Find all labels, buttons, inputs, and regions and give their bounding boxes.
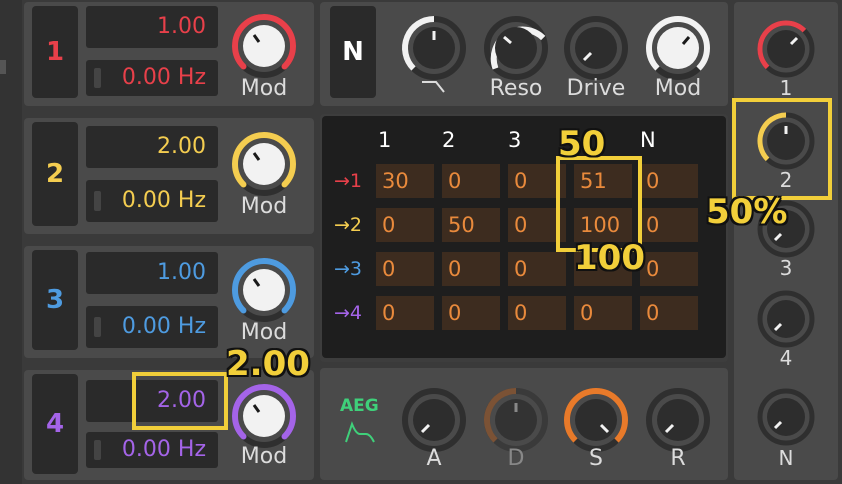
annotation-level: 50% bbox=[706, 192, 788, 232]
oscillator-offset-value-1: 0.00 Hz bbox=[121, 65, 206, 90]
matrix-col-header-n: N bbox=[640, 128, 656, 152]
envelope-decay-label: D bbox=[507, 446, 525, 471]
output-level-label-3: 3 bbox=[779, 256, 793, 280]
matrix-row-label-3: →3 bbox=[334, 258, 363, 280]
oscillator-ratio-field-2[interactable]: 2.00 bbox=[86, 126, 218, 168]
annotation-matrix-bottom: 100 bbox=[574, 238, 645, 278]
matrix-col-header-3: 3 bbox=[508, 128, 522, 152]
output-level-label-4: 4 bbox=[779, 346, 793, 370]
envelope-title: AEG bbox=[340, 396, 379, 416]
filter-reso-label: Reso bbox=[489, 76, 543, 101]
oscillator-mod-knob-3[interactable] bbox=[232, 258, 296, 322]
oscillator-number-3: 3 bbox=[32, 250, 78, 350]
matrix-cell-1-1[interactable]: 30 bbox=[376, 164, 434, 198]
filter-mod-label: Mod bbox=[654, 76, 702, 101]
matrix-col-header-2: 2 bbox=[442, 128, 456, 152]
oscillator-mod-label-2: Mod bbox=[240, 194, 288, 219]
matrix-row-label-4: →4 bbox=[334, 302, 363, 324]
oscillator-number-4: 4 bbox=[32, 374, 78, 474]
oscillator-ratio-field-1[interactable]: 1.00 bbox=[86, 6, 218, 48]
matrix-cell-4-4[interactable]: 0 bbox=[574, 296, 632, 330]
matrix-cell-1-2[interactable]: 0 bbox=[442, 164, 500, 198]
output-level-label-1: 1 bbox=[779, 76, 793, 100]
matrix-row-label-2: →2 bbox=[334, 214, 363, 236]
oscillator-mod-label-4: Mod bbox=[240, 444, 288, 469]
matrix-cell-3-n[interactable]: 0 bbox=[640, 252, 698, 286]
oscillator-mod-knob-4[interactable] bbox=[232, 384, 296, 448]
envelope-release-knob[interactable] bbox=[646, 388, 710, 452]
oscillator-mod-label-3: Mod bbox=[240, 320, 288, 345]
oscillator-offset-value-4: 0.00 Hz bbox=[121, 437, 206, 462]
oscillator-ratio-field-3[interactable]: 1.00 bbox=[86, 252, 218, 294]
matrix-cell-4-1[interactable]: 0 bbox=[376, 296, 434, 330]
matrix-cell-4-3[interactable]: 0 bbox=[508, 296, 566, 330]
envelope-release-label: R bbox=[670, 446, 686, 471]
envelope-attack-knob[interactable] bbox=[402, 388, 466, 452]
envelope-attack-label: A bbox=[426, 446, 442, 471]
envelope-decay-knob[interactable] bbox=[484, 388, 548, 452]
output-level-knob-4[interactable] bbox=[757, 290, 815, 348]
filter-mod-knob[interactable] bbox=[646, 16, 710, 80]
oscillator-number-1: 1 bbox=[32, 6, 78, 98]
envelope-shape-icon bbox=[345, 421, 375, 443]
lowpass-curve-icon bbox=[422, 81, 445, 93]
oscillator-offset-field-3[interactable]: 0.00 Hz bbox=[86, 306, 218, 348]
matrix-cell-1-n[interactable]: 0 bbox=[640, 164, 698, 198]
filter-reso-knob[interactable] bbox=[484, 16, 548, 80]
highlight-box-level bbox=[732, 98, 832, 200]
oscillator-mod-knob-2[interactable] bbox=[232, 132, 296, 196]
field-grip-icon bbox=[94, 440, 101, 460]
matrix-cell-3-3[interactable]: 0 bbox=[508, 252, 566, 286]
matrix-cell-2-n[interactable]: 0 bbox=[640, 208, 698, 242]
annotation-value: 2.00 bbox=[226, 344, 310, 384]
annotation-matrix-top: 50 bbox=[558, 124, 606, 164]
envelope-sustain-knob[interactable] bbox=[564, 388, 628, 452]
output-level-knob-1[interactable] bbox=[757, 20, 815, 78]
matrix-row-label-1: →1 bbox=[334, 170, 363, 192]
highlight-box-value bbox=[132, 372, 228, 430]
matrix-col-header-1: 1 bbox=[378, 128, 392, 152]
oscillator-offset-value-2: 0.00 Hz bbox=[121, 188, 206, 213]
oscillator-number-2: 2 bbox=[32, 122, 78, 226]
left-edge-marker bbox=[0, 60, 6, 74]
matrix-cell-4-n[interactable]: 0 bbox=[640, 296, 698, 330]
filter-drive-label: Drive bbox=[566, 76, 626, 101]
oscillator-mod-knob-1[interactable] bbox=[232, 14, 296, 78]
oscillator-offset-field-1[interactable]: 0.00 Hz bbox=[86, 60, 218, 96]
matrix-cell-2-1[interactable]: 0 bbox=[376, 208, 434, 242]
field-grip-icon bbox=[94, 317, 101, 337]
noise-badge: N bbox=[330, 6, 376, 98]
filter-cutoff-knob[interactable] bbox=[402, 16, 466, 80]
field-grip-icon bbox=[94, 191, 101, 211]
output-level-label-n: N bbox=[778, 446, 794, 470]
field-grip-icon bbox=[94, 68, 101, 88]
matrix-cell-4-2[interactable]: 0 bbox=[442, 296, 500, 330]
filter-drive-knob[interactable] bbox=[564, 16, 628, 80]
oscillator-offset-value-3: 0.00 Hz bbox=[121, 314, 206, 339]
matrix-cell-2-2[interactable]: 50 bbox=[442, 208, 500, 242]
matrix-cell-3-1[interactable]: 0 bbox=[376, 252, 434, 286]
oscillator-offset-field-4[interactable]: 0.00 Hz bbox=[86, 432, 218, 468]
oscillator-mod-label-1: Mod bbox=[240, 76, 288, 101]
envelope-sustain-label: S bbox=[589, 446, 603, 471]
matrix-cell-3-2[interactable]: 0 bbox=[442, 252, 500, 286]
oscillator-offset-field-2[interactable]: 0.00 Hz bbox=[86, 180, 218, 222]
output-level-knob-n[interactable] bbox=[757, 388, 815, 446]
